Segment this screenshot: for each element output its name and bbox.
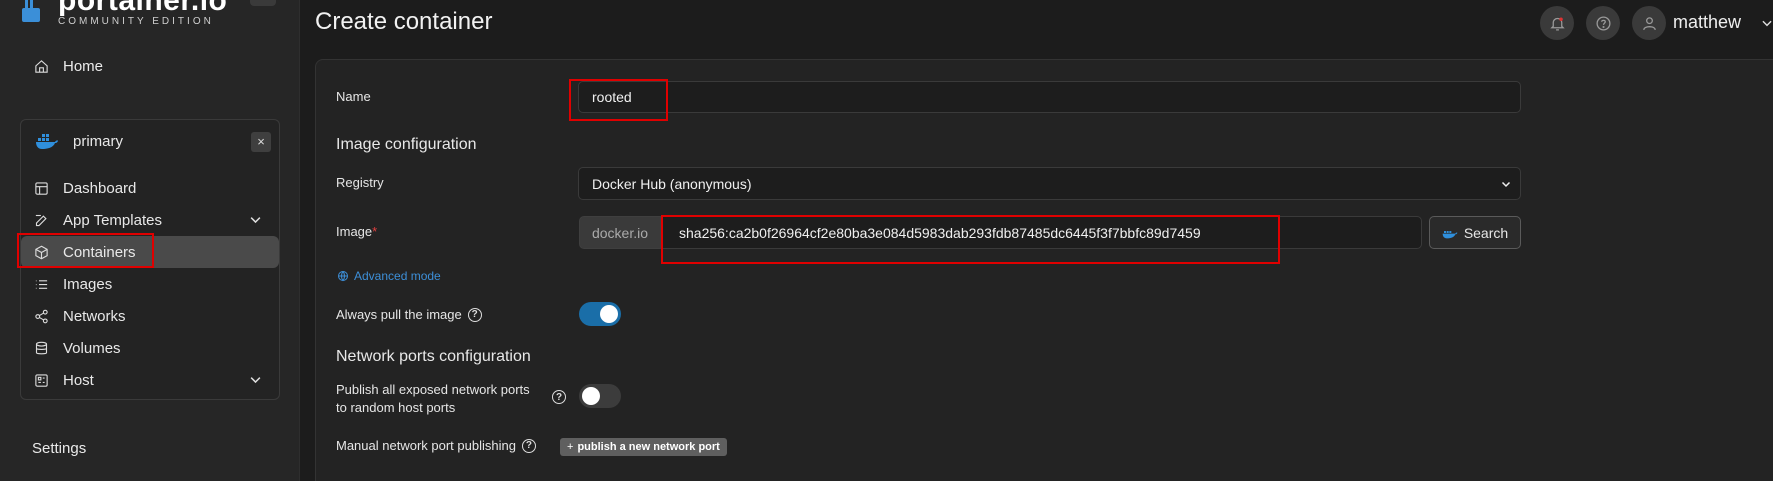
registry-value: Docker Hub (anonymous) bbox=[592, 175, 752, 192]
sidebar-item-label: Images bbox=[63, 275, 113, 293]
host-icon bbox=[33, 372, 49, 388]
help-button[interactable] bbox=[1586, 6, 1620, 40]
environment-close-button[interactable]: × bbox=[251, 132, 271, 152]
share-icon bbox=[33, 308, 49, 324]
brand-name: portainer.io bbox=[58, 0, 228, 17]
brand-edition: COMMUNITY EDITION bbox=[58, 16, 214, 27]
bell-icon bbox=[1549, 16, 1565, 31]
notifications-button[interactable] bbox=[1540, 6, 1574, 40]
sidebar-item-settings[interactable]: Settings bbox=[32, 440, 86, 457]
user-name[interactable]: matthew bbox=[1673, 12, 1741, 33]
sidebar-item-volumes[interactable]: Volumes bbox=[33, 332, 273, 364]
sidebar: portainer.io COMMUNITY EDITION Home prim… bbox=[0, 0, 300, 481]
registry-select[interactable]: Docker Hub (anonymous) bbox=[578, 167, 1521, 200]
manual-publish-label: Manual network port publishing? bbox=[336, 438, 536, 453]
publish-all-line-2: to random host ports bbox=[336, 400, 456, 415]
network-ports-title: Network ports configuration bbox=[336, 348, 531, 365]
image-input[interactable]: sha256:ca2b0f26964cf2e80ba3e084d5983dab2… bbox=[661, 216, 1422, 249]
sidebar-item-home[interactable]: Home bbox=[33, 58, 103, 75]
user-icon bbox=[1642, 16, 1656, 30]
sidebar-item-label: Containers bbox=[63, 243, 136, 261]
name-label: Name bbox=[336, 89, 371, 104]
sidebar-item-networks[interactable]: Networks bbox=[33, 300, 273, 332]
plus-icon: + bbox=[567, 441, 574, 453]
docker-icon bbox=[36, 134, 58, 149]
always-pull-toggle[interactable] bbox=[579, 302, 621, 326]
toggle-knob bbox=[600, 305, 618, 323]
sidebar-item-label: Home bbox=[63, 58, 104, 75]
always-pull-text: Always pull the image bbox=[336, 307, 462, 322]
search-button-label: Search bbox=[1463, 224, 1509, 241]
box-icon bbox=[33, 244, 49, 260]
docker-icon bbox=[1442, 230, 1458, 238]
globe-icon bbox=[338, 271, 348, 282]
help-icon bbox=[1595, 15, 1611, 31]
database-icon bbox=[33, 340, 49, 356]
chevron-down-icon bbox=[1501, 181, 1511, 188]
portainer-logo[interactable]: portainer.io COMMUNITY EDITION bbox=[20, 0, 227, 30]
image-label-text: Image bbox=[336, 224, 373, 239]
user-avatar[interactable] bbox=[1632, 6, 1666, 40]
chevron-down-icon[interactable] bbox=[1760, 16, 1773, 30]
registry-label: Registry bbox=[336, 175, 384, 190]
home-icon bbox=[33, 59, 49, 75]
environment-name: primary bbox=[73, 132, 124, 150]
toggle-knob bbox=[582, 387, 600, 405]
sidebar-item-label: Host bbox=[63, 371, 94, 389]
sidebar-item-label: Volumes bbox=[63, 339, 121, 357]
advanced-mode-label: Advanced mode bbox=[354, 269, 441, 283]
help-icon[interactable]: ? bbox=[467, 307, 482, 322]
sidebar-item-label: App Templates bbox=[63, 211, 162, 229]
environment-panel: primary × Dashboard App Templates Contai… bbox=[20, 119, 280, 400]
required-marker: * bbox=[372, 224, 378, 239]
always-pull-label: Always pull the image? bbox=[336, 307, 482, 322]
image-label: Image* bbox=[336, 224, 377, 239]
help-icon[interactable]: ? bbox=[521, 438, 536, 453]
sidebar-item-images[interactable]: Images bbox=[33, 268, 273, 300]
chevron-down-icon bbox=[250, 217, 261, 224]
image-prefix: docker.io bbox=[579, 216, 661, 249]
list-icon bbox=[33, 276, 49, 292]
create-container-form bbox=[315, 59, 1773, 481]
sidebar-item-host[interactable]: Host bbox=[33, 364, 273, 396]
search-button[interactable]: Search bbox=[1429, 216, 1521, 249]
sidebar-item-containers[interactable]: Containers bbox=[21, 236, 279, 268]
publish-all-toggle[interactable] bbox=[579, 384, 621, 408]
dashboard-icon bbox=[33, 180, 49, 196]
image-configuration-title: Image configuration bbox=[336, 136, 477, 153]
page-title: Create container bbox=[315, 8, 493, 35]
name-input[interactable]: rooted bbox=[578, 81, 1521, 113]
publish-all-label: Publish all exposed network ports to ran… bbox=[336, 381, 530, 417]
publish-new-port-label: publish a new network port bbox=[577, 441, 720, 453]
sidebar-item-label: Dashboard bbox=[63, 179, 137, 197]
portainer-logo-icon bbox=[22, 0, 40, 22]
sidebar-item-label: Networks bbox=[63, 307, 126, 325]
manual-publish-text: Manual network port publishing bbox=[336, 438, 516, 453]
chevron-down-icon bbox=[250, 377, 261, 384]
publish-new-port-button[interactable]: + publish a new network port bbox=[560, 438, 727, 456]
sidebar-item-label: Settings bbox=[32, 440, 87, 457]
publish-all-line-1: Publish all exposed network ports bbox=[336, 382, 530, 397]
sidebar-item-app-templates[interactable]: App Templates bbox=[33, 204, 273, 236]
edit-icon bbox=[33, 212, 49, 228]
advanced-mode-link[interactable]: Advanced mode bbox=[337, 269, 441, 283]
sidebar-item-dashboard[interactable]: Dashboard bbox=[33, 172, 273, 204]
help-icon[interactable]: ? bbox=[552, 390, 566, 404]
collapse-sidebar-button[interactable] bbox=[250, 0, 276, 6]
environment-header: primary bbox=[35, 132, 123, 150]
